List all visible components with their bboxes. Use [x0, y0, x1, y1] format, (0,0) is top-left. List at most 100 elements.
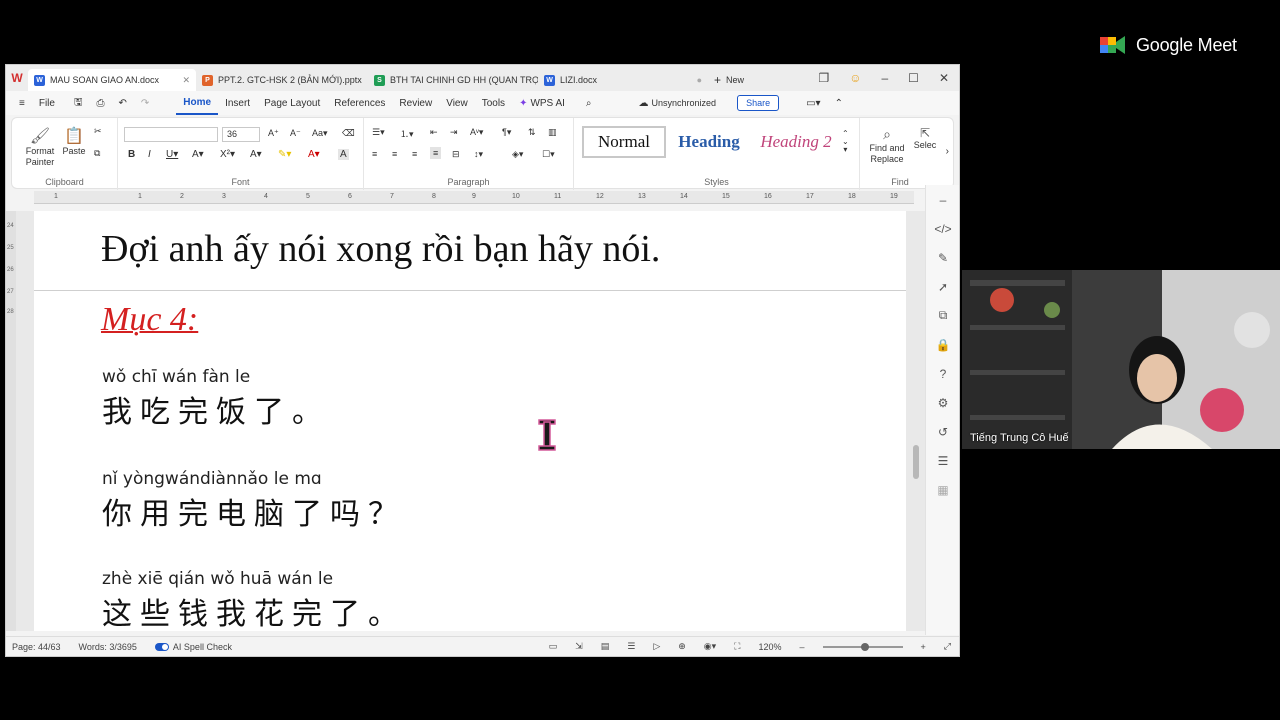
change-case-icon[interactable]: Aa▾	[312, 128, 328, 139]
play-icon[interactable]: ▷	[653, 641, 660, 652]
paste-button[interactable]: 📋 Paste	[60, 126, 88, 156]
format-painter-button[interactable]: 🖌 Format Painter	[20, 126, 60, 168]
undo-icon[interactable]: ↶	[112, 91, 134, 115]
ai-spell-check[interactable]: AI Spell Check	[154, 642, 232, 652]
tab-list-icon[interactable]: ❐	[818, 71, 829, 85]
align-left-icon[interactable]: ≡	[372, 149, 377, 159]
example-3-hanzi[interactable]: 这些钱我花完了。	[102, 589, 406, 631]
quick-save-icon[interactable]: 🖫	[67, 91, 90, 115]
globe-icon[interactable]: ⊕	[678, 641, 686, 652]
example-3-pinyin[interactable]: zhè xiē qián wǒ huā wán le	[102, 569, 333, 589]
highlight-icon[interactable]: ✎▾	[278, 149, 291, 160]
styles-scroll-icon[interactable]: ⌃ ⌄ ▾	[842, 130, 849, 154]
tab-close-icon[interactable]: ✕	[182, 75, 190, 86]
more-options-icon[interactable]: ▭▾	[786, 91, 827, 115]
scrollbar-thumb[interactable]	[913, 445, 919, 479]
show-marks-icon[interactable]: ¶▾	[502, 127, 511, 138]
vertical-ruler[interactable]: 24 25 26 27 28	[6, 211, 16, 631]
text-effect-icon[interactable]: A▾	[250, 149, 262, 160]
maximize-icon[interactable]: ☐	[908, 71, 919, 85]
page-view-icon[interactable]: ▤	[601, 641, 610, 652]
pen-icon[interactable]: ✎	[926, 243, 959, 272]
style-heading1[interactable]: Heading	[668, 126, 750, 158]
font-color-icon[interactable]: A▾	[308, 149, 320, 160]
font-name-select[interactable]	[124, 127, 218, 142]
tab-ppt-gtc-hsk2[interactable]: P PPT.2. GTC-HSK 2 (BẢN MỚI).pptx	[196, 69, 368, 91]
align-right-icon[interactable]: ≡	[412, 149, 417, 159]
quick-print-icon[interactable]: ⎙	[90, 91, 112, 115]
eye-protect-icon[interactable]: ◉▾	[704, 641, 716, 652]
share-button[interactable]: Share	[737, 95, 780, 111]
collapse-ribbon-icon[interactable]: ⌃	[828, 91, 850, 115]
horizontal-ruler[interactable]: 1 1 2 3 4 5 6 7 8 9 10 11 12 13 14 15 16…	[34, 191, 914, 204]
history-icon[interactable]: ↺	[926, 417, 959, 446]
spell-toggle-icon[interactable]	[154, 643, 169, 652]
example-2-pinyin[interactable]: nǐ yòngwándiànnǎo le mɑ	[102, 469, 322, 489]
vertical-scrollbar[interactable]	[913, 211, 921, 631]
layers-icon[interactable]: ☰	[926, 446, 959, 475]
menu-page-layout[interactable]: Page Layout	[257, 91, 327, 115]
redo-icon[interactable]: ↷	[134, 91, 156, 115]
tab-mau-soan-giao-an[interactable]: W MAU SOAN GIAO AN.docx ✕	[28, 69, 196, 91]
decrease-indent-icon[interactable]: ⇤	[430, 127, 438, 138]
cut-icon[interactable]: ✂	[94, 126, 102, 137]
collapse-panel-icon[interactable]: –	[926, 185, 959, 214]
example-1-pinyin[interactable]: wǒ chī wán fàn le	[102, 367, 250, 387]
numbering-icon[interactable]: ⒈▾	[400, 127, 414, 140]
justify-icon[interactable]: ≡	[430, 147, 442, 159]
line-spacing-icon[interactable]: ↕▾	[474, 149, 483, 160]
zoom-level[interactable]: 120%	[758, 642, 781, 652]
copy-icon[interactable]: ⧉	[94, 148, 100, 159]
close-icon[interactable]: ✕	[939, 71, 949, 85]
tab-lizi[interactable]: W LIZI.docx ●	[538, 69, 708, 91]
ribbon-next-icon[interactable]: ›	[946, 146, 949, 157]
read-mode-icon[interactable]: ▭	[549, 641, 558, 652]
new-tab-button[interactable]: + New	[708, 69, 768, 91]
fit-page-icon[interactable]: ⛶	[734, 641, 740, 652]
zoom-in-icon[interactable]: +	[921, 642, 926, 652]
section-heading[interactable]: Mục 4:	[101, 301, 198, 339]
pointer-icon[interactable]: ➚	[926, 272, 959, 301]
asian-layout-icon[interactable]: Aᵛ▾	[470, 127, 483, 138]
shading-icon[interactable]: ◈▾	[512, 149, 523, 160]
copy-doc-icon[interactable]: ⧉	[926, 301, 959, 330]
grid-icon[interactable]: ▦	[926, 475, 959, 504]
char-shading-icon[interactable]: A	[338, 149, 349, 160]
menu-view[interactable]: View	[439, 91, 475, 115]
lock-icon[interactable]: 🔒	[926, 330, 959, 359]
style-heading2[interactable]: Heading 2	[754, 126, 838, 158]
example-2-hanzi[interactable]: 你用完电脑了吗？	[102, 489, 406, 533]
example-1-hanzi[interactable]: 我吃完饭了。	[102, 387, 330, 431]
sliders-icon[interactable]: ⚙	[926, 388, 959, 417]
borders-icon[interactable]: ☐▾	[542, 149, 555, 160]
sync-status[interactable]: ☁ Unsynchronized	[599, 91, 724, 115]
zoom-slider[interactable]	[822, 642, 903, 651]
page-count[interactable]: Page: 44/63	[12, 642, 61, 652]
sort-icon[interactable]: ⇅	[528, 127, 536, 138]
shrink-font-icon[interactable]: A⁻	[290, 128, 301, 139]
bullets-icon[interactable]: ☰▾	[372, 127, 385, 138]
wps-logo-icon[interactable]: W	[6, 65, 28, 91]
clear-format-icon[interactable]: ⌫	[342, 128, 355, 139]
menu-insert[interactable]: Insert	[218, 91, 257, 115]
search-icon[interactable]: ⌕	[572, 91, 599, 115]
fullscreen-icon[interactable]: ⤢	[944, 641, 959, 652]
columns-icon[interactable]: ▥	[548, 127, 557, 138]
menu-references[interactable]: References	[327, 91, 392, 115]
menu-tools[interactable]: Tools	[475, 91, 512, 115]
avatar-icon[interactable]: ☺	[849, 71, 861, 85]
outline-icon[interactable]: ⇲	[575, 641, 583, 652]
code-icon[interactable]: </>	[926, 214, 959, 243]
tab-bth-tai-chinh[interactable]: S BTH TAI CHINH GD HH (QUAN TRỌN	[368, 69, 538, 91]
zoom-slider-thumb[interactable]	[860, 642, 869, 651]
menu-file[interactable]: File	[32, 91, 67, 115]
bold-icon[interactable]: B	[128, 149, 135, 160]
underline-icon[interactable]: U▾	[166, 149, 178, 160]
menu-review[interactable]: Review	[392, 91, 439, 115]
web-layout-icon[interactable]: ☰	[627, 641, 635, 652]
menu-wps-ai[interactable]: ✦ WPS AI	[512, 91, 572, 115]
strikethrough-icon[interactable]: A▾	[192, 149, 204, 160]
word-count[interactable]: Words: 3/3695	[79, 642, 137, 652]
select-button[interactable]: ⇱ Selec	[912, 126, 938, 150]
menu-home[interactable]: Home	[176, 91, 219, 115]
